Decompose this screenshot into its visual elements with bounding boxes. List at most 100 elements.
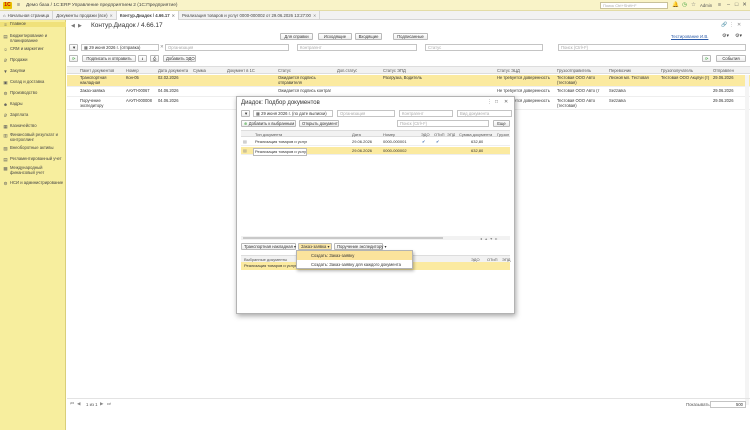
column-header[interactable]: Номер <box>383 131 395 138</box>
more-icon[interactable]: ⋮ <box>487 99 492 105</box>
more-button[interactable]: Еще <box>493 120 510 127</box>
horizontal-scrollbar[interactable] <box>241 236 510 240</box>
column-header[interactable]: Номер <box>126 67 139 75</box>
clear-icon[interactable]: ✕ <box>160 44 164 50</box>
close-icon[interactable]: ✕ <box>741 2 748 9</box>
sync-icon[interactable]: ⟳ <box>702 55 711 62</box>
sidebar-item-ifrs[interactable]: ▩ Международный финансовый учет <box>0 165 66 175</box>
sidebar-item-purchases[interactable]: ▼ Закупки <box>0 68 66 74</box>
column-header[interactable]: Статус <box>278 67 291 75</box>
sidebar-item-salary[interactable]: ₽ Зарплата <box>0 112 66 118</box>
tab-diadoc[interactable]: Контур.Диадок / 4.66.17 ✕ <box>116 10 179 20</box>
column-header[interactable]: Отправлен <box>713 67 734 75</box>
dialog-type-filter[interactable]: Вид документа <box>457 110 512 117</box>
create-order-item[interactable]: Создать: Заказ-заявку <box>297 251 412 260</box>
tab-waybill[interactable]: Транспортная накладная ▾ <box>241 243 296 250</box>
sidebar-item-controlling[interactable]: ▥ Финансовый результат и контроллинг <box>0 132 66 142</box>
vertical-scrollbar[interactable] <box>745 75 749 405</box>
dialog-counterparty-filter[interactable]: Контрагент <box>399 110 453 117</box>
sign-send-button[interactable]: Подписать и отправить <box>82 55 136 62</box>
outgoing-button[interactable]: Исходящие <box>318 33 352 40</box>
period-field[interactable]: ▦ 29 июня 2026 г. (отправка) <box>81 44 159 51</box>
download-icon[interactable]: ⭳ <box>138 55 147 62</box>
column-header[interactable]: Доп.статус <box>337 67 357 75</box>
filter-icon[interactable]: ▼ <box>69 44 78 51</box>
column-header[interactable]: Грузополучатель <box>661 67 693 75</box>
gear-icon[interactable]: ⚙▾ <box>722 33 729 39</box>
user-name[interactable]: Admin <box>700 2 712 9</box>
print-icon[interactable]: ⎙ <box>150 55 159 62</box>
column-header[interactable]: Документ в 1С <box>227 67 255 75</box>
close-tab-icon[interactable]: ✕ <box>110 11 113 20</box>
column-header[interactable]: Дата <box>352 131 361 138</box>
column-header[interactable]: Тип документа <box>255 131 282 138</box>
last-page-icon[interactable]: ⏭ <box>107 401 111 406</box>
add-edo-button[interactable]: Добавить ЭДО <box>163 55 196 62</box>
tab-sales-docs[interactable]: Документы продажи (все) ✕ <box>53 10 117 20</box>
settings-icon[interactable]: ≡ <box>716 2 723 9</box>
column-header[interactable]: Сумма документа <box>459 131 492 138</box>
tab-forwarder-order[interactable]: Поручение экспедитору ▾ <box>334 243 387 250</box>
help-button[interactable]: Для справки <box>280 33 313 40</box>
column-header[interactable]: Сумма <box>193 67 206 75</box>
incoming-button[interactable]: Входящие <box>355 33 382 40</box>
sidebar-item-crm[interactable]: ☺ CRM и маркетинг <box>0 46 66 52</box>
link-icon[interactable]: 🔗 <box>721 22 727 28</box>
scrollbar-thumb[interactable] <box>243 237 443 239</box>
more-icon[interactable]: ⋮ <box>729 22 734 28</box>
create-order-each-item[interactable]: Создать: Заказ-заявку для каждого докуме… <box>297 260 412 269</box>
add-selected-button[interactable]: ⊕ Добавить к выбранным <box>241 120 296 127</box>
refresh-icon[interactable]: ⟳ <box>69 55 78 62</box>
close-form-icon[interactable]: ✕ <box>737 22 741 28</box>
column-header[interactable]: Перевозчик <box>609 67 631 75</box>
status-filter[interactable]: Статус <box>425 44 543 51</box>
column-header[interactable]: Статус ЭЦД <box>497 67 520 75</box>
sidebar-item-sales[interactable]: ₽ Продажи <box>0 57 66 63</box>
settings-icon[interactable]: ⚙▾ <box>735 33 742 39</box>
actions-button[interactable]: События <box>716 55 746 62</box>
dialog-organization-filter[interactable]: Организация <box>337 110 395 117</box>
close-icon[interactable]: ✕ <box>504 99 508 105</box>
column-header[interactable]: Пакет документов <box>80 67 114 75</box>
close-tab-icon[interactable]: ✕ <box>172 11 175 20</box>
column-header[interactable]: ЭДО <box>421 131 430 138</box>
sidebar-item-warehouse[interactable]: ▣ Склад и доставка <box>0 79 66 85</box>
forward-icon[interactable]: ▶ <box>78 23 82 29</box>
sidebar-item-production[interactable]: ⚙ Производство <box>0 90 66 96</box>
signed-button[interactable]: Подписанные <box>393 33 428 40</box>
counterparty-filter[interactable]: Контрагент <box>297 44 417 51</box>
prev-page-icon[interactable]: ◀ <box>77 401 80 407</box>
first-page-icon[interactable]: ⏮ <box>70 401 74 406</box>
organization-filter[interactable]: Организация <box>165 44 289 51</box>
menu-icon[interactable]: ≡ <box>15 2 22 9</box>
maximize-icon[interactable]: □ <box>495 99 498 105</box>
page-size-field[interactable]: 500 <box>710 401 746 408</box>
dialog-period-field[interactable]: ▦ 29 июня 2026 г. (по дате выписки) <box>253 110 333 117</box>
row-navigation-icons[interactable]: ◂ ▴ ▾ ▸ <box>480 236 498 241</box>
tab-home[interactable]: ⌂ Начальная страница <box>0 10 54 20</box>
tab-order-request[interactable]: Заказ-заявка ▾ <box>298 243 332 250</box>
dialog-search-input[interactable]: Поиск (Ctrl+F) <box>397 120 489 127</box>
search-input[interactable]: Поиск (Ctrl+F) <box>558 44 746 51</box>
maximize-icon[interactable]: □ <box>733 2 740 9</box>
history-icon[interactable]: ◷ <box>681 2 688 9</box>
sidebar-item-regulated[interactable]: ▤ Регламентированный учет <box>0 156 66 162</box>
open-document-button[interactable]: Открыть документ <box>299 120 339 127</box>
column-header[interactable]: ОТиП <box>434 131 445 138</box>
filter-icon[interactable]: ▼ <box>241 110 250 117</box>
sidebar-item-treasury[interactable]: ▦ Казначейство <box>0 123 66 129</box>
column-header[interactable]: Дата документа <box>158 67 188 75</box>
table-row[interactable]: Транспортная накладная Кон-05 02.02.2026… <box>67 75 750 87</box>
table-row[interactable]: ▤ Реализация товаров и услуг 29.06.2026 … <box>241 147 510 156</box>
sidebar-item-hr[interactable]: ☻ Кадры <box>0 101 66 107</box>
minimize-icon[interactable]: – <box>725 2 732 9</box>
notification-icon[interactable]: 🔔 <box>672 2 679 9</box>
tab-realization[interactable]: Реализация товаров и услуг 0000-000002 о… <box>179 10 321 20</box>
global-search-input[interactable]: Поиск Ctrl+Shift+F <box>600 2 668 9</box>
sidebar-item-main[interactable]: ≡ Главное <box>0 21 66 27</box>
sidebar-item-admin[interactable]: ⚙ НСИ и администрирование <box>0 180 66 186</box>
column-header[interactable]: Грузоп <box>497 131 509 138</box>
favorites-icon[interactable]: ☆ <box>690 2 697 9</box>
next-page-icon[interactable]: ▶ <box>100 401 103 407</box>
sidebar-item-fixed-assets[interactable]: ▧ Внеоборотные активы <box>0 145 66 151</box>
